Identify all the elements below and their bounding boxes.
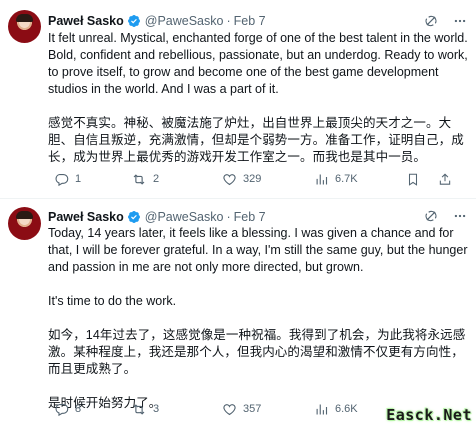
separator: · — [226, 210, 231, 224]
reply-count: 8 — [75, 403, 82, 415]
repost-icon — [133, 173, 145, 185]
tweet-paragraph: It's time to do the work. — [48, 294, 177, 308]
reply-icon — [55, 403, 69, 416]
share-icon — [439, 173, 451, 185]
views-button[interactable]: 6.7K — [314, 171, 358, 187]
author-handle[interactable]: @PaweSasko — [145, 210, 224, 224]
watermark: Easck.Net — [386, 406, 472, 424]
tweet-paragraph: It felt unreal. Mystical, enchanted forg… — [48, 31, 468, 96]
bookmark-icon — [408, 173, 418, 186]
author-handle[interactable]: @PaweSasko — [145, 14, 224, 28]
repost-count: 3 — [153, 403, 160, 415]
tweet-text: It felt unreal. Mystical, enchanted forg… — [48, 30, 470, 183]
heart-icon — [223, 403, 236, 415]
reply-count: 1 — [75, 173, 82, 185]
share-button[interactable] — [438, 171, 452, 187]
tweet-date[interactable]: Feb 7 — [234, 210, 266, 224]
like-count: 329 — [243, 173, 262, 185]
tweet-header: Paweł Sasko @PaweSasko · Feb 7 — [48, 208, 464, 226]
heart-icon — [223, 173, 236, 185]
tweet[interactable]: Paweł Sasko @PaweSasko · Feb 7 Today, 14… — [0, 199, 476, 427]
tweet-header: Paweł Sasko @PaweSasko · Feb 7 — [48, 12, 464, 30]
views-button[interactable]: 6.6K — [314, 401, 358, 417]
reply-button[interactable]: 8 — [54, 401, 81, 417]
more-icon[interactable] — [452, 14, 468, 28]
header-actions — [424, 209, 468, 223]
tweet-paragraph-translation: 如今，14年过去了，这感觉像是一种祝福。我得到了机会，为此我将永远感激。某种程度… — [48, 328, 466, 376]
view-count: 6.7K — [335, 173, 358, 185]
header-actions — [424, 14, 468, 28]
separator: · — [226, 14, 231, 28]
like-button[interactable]: 357 — [222, 401, 261, 417]
tweet-text: Today, 14 years later, it feels like a b… — [48, 225, 470, 427]
author-name[interactable]: Paweł Sasko — [48, 14, 124, 28]
reply-icon — [55, 173, 69, 186]
verified-badge-icon — [127, 14, 141, 28]
tweet[interactable]: Paweł Sasko @PaweSasko · Feb 7 It felt u… — [0, 0, 476, 199]
tweet-paragraph: Today, 14 years later, it feels like a b… — [48, 226, 468, 274]
tweet-paragraph-translation: 感觉不真实。神秘、被魔法施了炉灶，出自世界上最顶尖的天才之一。大胆、自信且叛逆，… — [48, 116, 464, 164]
grok-icon[interactable] — [424, 209, 438, 223]
more-icon[interactable] — [452, 209, 468, 223]
views-icon — [316, 404, 328, 414]
bookmark-button[interactable] — [406, 171, 420, 187]
repost-count: 2 — [153, 173, 160, 185]
tweet-date[interactable]: Feb 7 — [234, 14, 266, 28]
reply-button[interactable]: 1 — [54, 171, 81, 187]
author-name[interactable]: Paweł Sasko — [48, 210, 124, 224]
avatar[interactable] — [8, 207, 41, 240]
tweet-actions: 1 2 329 6.7K — [54, 171, 464, 187]
verified-badge-icon — [127, 210, 141, 224]
avatar[interactable] — [8, 10, 41, 43]
views-icon — [316, 174, 328, 184]
repost-button[interactable]: 2 — [131, 171, 159, 187]
like-button[interactable]: 329 — [222, 171, 261, 187]
repost-icon — [133, 403, 145, 415]
grok-icon[interactable] — [424, 14, 438, 28]
like-count: 357 — [243, 403, 262, 415]
view-count: 6.6K — [335, 403, 358, 415]
repost-button[interactable]: 3 — [131, 401, 159, 417]
